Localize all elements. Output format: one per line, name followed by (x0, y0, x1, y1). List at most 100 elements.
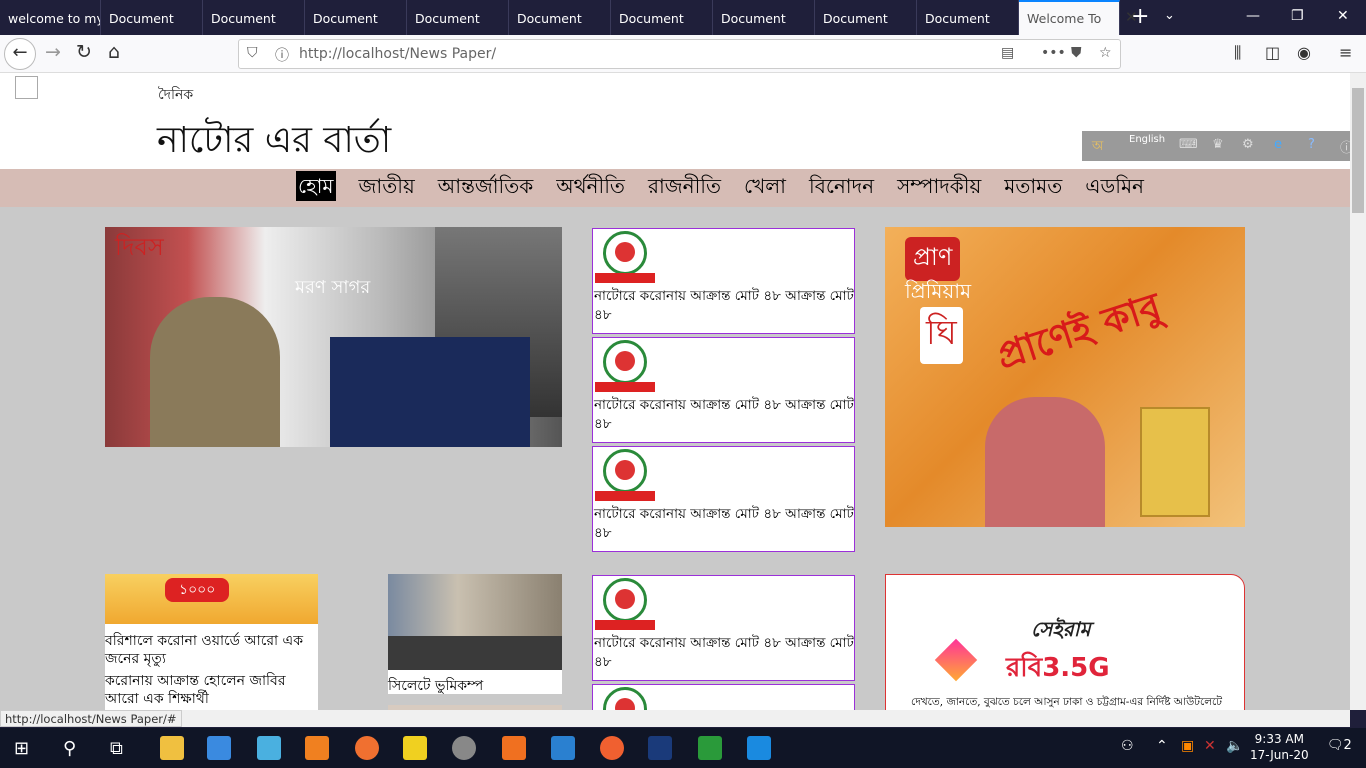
windows-start-icon[interactable]: ⊞ (14, 738, 29, 759)
tab-9[interactable]: Document (917, 0, 1019, 35)
close-window-icon[interactable]: ✕ (1337, 8, 1349, 24)
menu-icon[interactable]: ≡ (1339, 43, 1352, 62)
keyboard-icon[interactable]: ⌨ (1179, 137, 1198, 152)
chess-icon[interactable]: ♛ (1212, 137, 1224, 152)
menu-item-admin[interactable]: এডমিন (1085, 171, 1144, 201)
remote-desktop-icon[interactable] (257, 736, 281, 760)
kmplayer-icon[interactable] (403, 736, 427, 760)
news-thumbnail[interactable]: ১০০০ (105, 574, 318, 624)
side-news-card[interactable]: নাটোরে করোনায় আক্রান্ত মোট ৪৮ আক্রান্ত … (592, 228, 855, 334)
tab-5[interactable]: Document (509, 0, 611, 35)
restore-icon[interactable]: ❐ (1291, 8, 1304, 24)
side-news-text[interactable]: নাটোরে করোনায় আক্রান্ত মোট ৪৮ আক্রান্ত … (594, 396, 854, 434)
menu-item-international[interactable]: আন্তর্জাতিক (438, 171, 534, 201)
menu-item-opinion[interactable]: মতামত (1004, 171, 1062, 201)
file-explorer-icon[interactable] (160, 736, 184, 760)
info-icon[interactable]: ⓘ (1340, 137, 1350, 156)
satellite-icon[interactable] (452, 736, 476, 760)
pocket-icon[interactable]: ⛊ (1071, 45, 1082, 61)
menu-item-sports[interactable]: খেলা (744, 171, 786, 201)
firefox-icon[interactable] (355, 736, 379, 760)
vscode-icon[interactable] (551, 736, 575, 760)
pran-ghee-ad[interactable]: প্রাণ প্রিমিয়াম ঘি প্রাণেই কাবু (885, 227, 1245, 527)
shield-icon[interactable]: ⛉ (247, 45, 258, 61)
url-host: http://localhost/ (299, 46, 410, 62)
menu-item-economy[interactable]: অর্থনীতি (556, 171, 625, 201)
task-view-icon[interactable]: ⧉ (110, 738, 123, 759)
menu-item-home[interactable]: হোম (296, 171, 336, 201)
reader-view-icon[interactable]: ▤ (1001, 45, 1014, 61)
account-icon[interactable]: ◉ (1297, 43, 1311, 62)
horizontal-scrollbar[interactable] (0, 710, 1350, 727)
more-actions-icon[interactable]: ••• (1041, 45, 1066, 61)
scroll-thumb[interactable] (1352, 88, 1364, 213)
tab-4[interactable]: Document (407, 0, 509, 35)
side-news-card[interactable]: নাটোরে করোনায় আক্রান্ত মোট ৪৮ আক্রান্ত … (592, 446, 855, 552)
new-tab-icon[interactable]: + (1131, 4, 1149, 29)
help-icon[interactable]: ? (1308, 137, 1315, 152)
news-headline[interactable]: বরিশালে করোনা ওয়ার্ডে আরো এক জনের মৃত্য… (105, 624, 318, 668)
xampp-icon[interactable] (502, 736, 526, 760)
menu-item-politics[interactable]: রাজনীতি (648, 171, 721, 201)
side-news-text[interactable]: নাটোরে করোনায় আক্রান্ত মোট ৪৮ আক্রান্ত … (594, 287, 854, 325)
gear-icon[interactable]: ⚙ (1242, 137, 1254, 152)
home-icon[interactable]: ⌂ (108, 41, 120, 63)
notifications-icon[interactable]: 🗨2 (1327, 738, 1352, 753)
side-news-card[interactable]: নাটোরে করোনায় আক্রান্ত মোট ৪৮ আক্রান্ত … (592, 337, 855, 443)
hero-image[interactable]: দিবস মরণ সাগর (105, 227, 562, 447)
system-clock[interactable]: 9:33 AM 17-Jun-20 (1250, 731, 1309, 763)
sync-app-icon[interactable] (747, 736, 771, 760)
bookmark-star-icon[interactable]: ☆ (1099, 45, 1112, 61)
minimize-icon[interactable]: — (1246, 8, 1260, 24)
tab-6[interactable]: Document (611, 0, 713, 35)
sidebar-icon[interactable]: ◫ (1265, 43, 1280, 62)
side-news-text[interactable]: নাটোরে করোনায় আক্রান্ত মোট ৪৮ আক্রান্ত … (594, 505, 854, 543)
tab-7[interactable]: Document (713, 0, 815, 35)
middle-news-block: সিলেটে ভুমিকম্প (388, 574, 562, 694)
url-text[interactable]: http://localhost/News Paper/ (299, 46, 496, 62)
library-icon[interactable]: ⫼ (1234, 43, 1241, 63)
tab-active[interactable]: Welcome To (1019, 0, 1120, 35)
url-bar[interactable]: ⛉ ⓘ http://localhost/News Paper/ ▤ ••• ⛊… (238, 39, 1121, 69)
info-icon[interactable]: ⓘ (275, 45, 289, 65)
thousand-badge: ১০০০ (165, 578, 230, 602)
menu-item-national[interactable]: জাতীয় (359, 171, 415, 201)
language-selector[interactable]: English (1129, 134, 1165, 145)
tab-2[interactable]: Document (203, 0, 305, 35)
tab-3[interactable]: Document (305, 0, 407, 35)
side-news-text[interactable]: নাটোরে করোনায় আক্রান্ত মোট ৪৮ আক্রান্ত … (594, 634, 854, 672)
ghee-jar (1140, 407, 1210, 517)
news-headline[interactable]: সিলেটে ভুমিকম্প (388, 670, 562, 698)
spreadsheet-icon[interactable] (698, 736, 722, 760)
tab-0[interactable]: welcome to my (0, 0, 101, 35)
side-news-card[interactable] (592, 684, 855, 710)
robi-ad[interactable]: সেইরাম রবি3.5G দেখতে, জানতে, বুঝতে চলে আ… (885, 574, 1245, 710)
volume-icon[interactable]: 🔈 (1226, 738, 1243, 754)
pran-slogan: প্রাণেই কাবু (991, 283, 1167, 379)
photoshop-icon[interactable] (648, 736, 672, 760)
firefox-active-icon[interactable] (600, 736, 624, 760)
reload-icon[interactable]: ↻ (76, 41, 92, 63)
back-icon[interactable]: ← (4, 38, 36, 70)
browser-e-icon[interactable]: e (1274, 137, 1282, 152)
store-icon[interactable] (207, 736, 231, 760)
menu-item-entertainment[interactable]: বিনোদন (809, 171, 874, 201)
network-icon[interactable]: ✕ (1204, 738, 1216, 754)
cook-photo (985, 397, 1105, 527)
search-icon[interactable]: ⚲ (63, 738, 76, 759)
tab-8[interactable]: Document (815, 0, 917, 35)
menu-item-editorial[interactable]: সম্পাদকীয় (897, 171, 981, 201)
side-news-card[interactable]: নাটোরে করোনায় আক্রান্ত মোট ৪৮ আক্রান্ত … (592, 575, 855, 681)
site-title[interactable]: নাটোর এর বার্তা (157, 113, 391, 173)
tab-1[interactable]: Document (101, 0, 203, 35)
vertical-scrollbar[interactable] (1350, 73, 1366, 710)
xampp-tray-icon[interactable]: ▣ (1181, 738, 1194, 754)
bangla-letter-icon[interactable]: অ (1092, 137, 1103, 158)
forward-icon[interactable]: → (45, 41, 61, 63)
chevron-down-icon[interactable]: ⌄ (1164, 8, 1175, 23)
people-icon[interactable]: ⚇ (1121, 738, 1134, 754)
news-headline[interactable]: করোনায় আক্রান্ত হোলেন জাবির আরো এক শিক্… (105, 668, 318, 708)
sublime-text-icon[interactable] (305, 736, 329, 760)
press-conference-photo[interactable] (388, 574, 562, 670)
chevron-up-icon[interactable]: ⌃ (1156, 738, 1168, 754)
